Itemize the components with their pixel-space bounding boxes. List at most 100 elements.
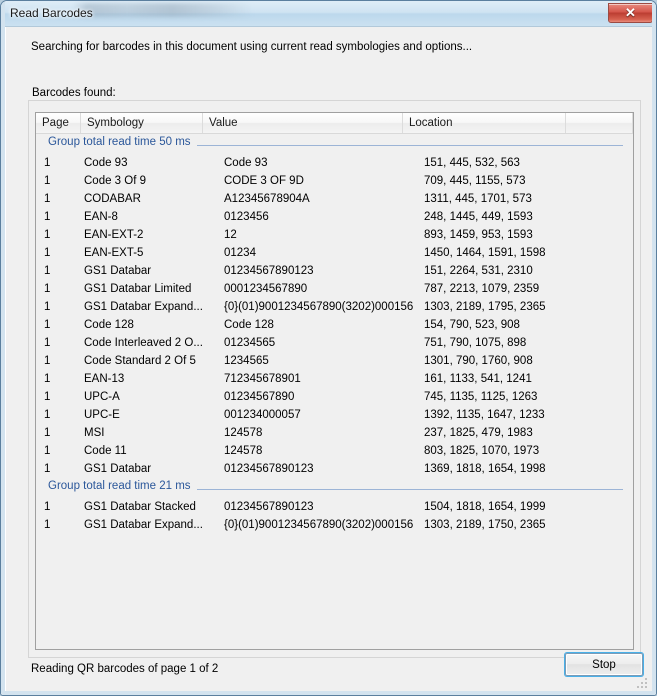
column-header-location[interactable]: Location <box>403 113 566 133</box>
column-header-blank[interactable] <box>566 113 633 133</box>
barcodes-found-label: Barcodes found: <box>28 87 120 99</box>
table-row[interactable]: 1 EAN-EXT-2 12 893, 1459, 953, 1593 <box>36 226 633 244</box>
cell-value: 0123456 <box>224 211 269 223</box>
cell-symbology: Code 3 Of 9 <box>84 175 147 187</box>
cell-page: 1 <box>44 501 51 513</box>
cell-value: A12345678904A <box>224 193 310 205</box>
column-header-value[interactable]: Value <box>203 113 403 133</box>
cell-location: 1392, 1135, 1647, 1233 <box>424 409 545 421</box>
stop-button[interactable]: Stop <box>565 653 643 676</box>
cell-page: 1 <box>44 211 51 223</box>
cell-symbology: Code Standard 2 Of 5 <box>84 355 196 367</box>
table-row[interactable]: 1 EAN-8 0123456 248, 1445, 449, 1593 <box>36 208 633 226</box>
cell-symbology: EAN-EXT-2 <box>84 229 144 241</box>
group-header: Group total read time 21 ms <box>36 478 633 498</box>
cell-symbology: Code 11 <box>84 445 127 457</box>
cell-location: 151, 2264, 531, 2310 <box>424 265 533 277</box>
cell-page: 1 <box>44 519 51 531</box>
cell-value: 124578 <box>224 427 263 439</box>
cell-location: 1303, 2189, 1795, 2365 <box>424 301 546 313</box>
cell-location: 803, 1825, 1070, 1973 <box>424 445 540 457</box>
cell-location: 1369, 1818, 1654, 1998 <box>424 463 546 475</box>
cell-page: 1 <box>44 229 51 241</box>
dialog-client-area: Searching for barcodes in this document … <box>5 27 654 693</box>
title-bar[interactable]: Read Barcodes ✕ <box>1 1 656 27</box>
cell-location: 154, 790, 523, 908 <box>424 319 520 331</box>
table-row[interactable]: 1 GS1 Databar Limited 0001234567890 787, 22… <box>36 280 633 298</box>
cell-symbology: CODABAR <box>84 193 141 205</box>
cell-location: 248, 1445, 449, 1593 <box>424 211 533 223</box>
title-bar-background-blur <box>73 3 253 17</box>
table-row[interactable]: 1 EAN-13 712345678901 161, 1133, 541, 1241 <box>36 370 633 388</box>
cell-location: 151, 445, 532, 563 <box>424 157 520 169</box>
cell-value: 712345678901 <box>224 373 301 385</box>
table-row[interactable]: 1 MSI 124578 237, 1825, 479, 1983 <box>36 424 633 442</box>
table-row[interactable]: 1 GS1 Databar Expand... {0}(01)90012345678… <box>36 298 633 316</box>
cell-page: 1 <box>44 193 51 205</box>
cell-symbology: Code 128 <box>84 319 134 331</box>
cell-symbology: GS1 Databar Expand... <box>84 301 203 313</box>
cell-location: 237, 1825, 479, 1983 <box>424 427 533 439</box>
group-header-rule <box>197 145 623 146</box>
table-row[interactable]: 1 Code Standard 2 Of 5 1234565 1301, 790, 1… <box>36 352 633 370</box>
cell-location: 709, 445, 1155, 573 <box>424 175 526 187</box>
cell-symbology: GS1 Databar Limited <box>84 283 192 295</box>
cell-value: Code 93 <box>224 157 268 169</box>
group-header: Group total read time 50 ms <box>36 134 633 154</box>
cell-page: 1 <box>44 247 51 259</box>
column-header-symbology[interactable]: Symbology <box>81 113 203 133</box>
column-header-page[interactable]: Page <box>36 113 81 133</box>
cell-page: 1 <box>44 409 51 421</box>
cell-page: 1 <box>44 283 51 295</box>
table-row[interactable]: 1 CODABAR A12345678904A 1311, 445, 1701, 57… <box>36 190 633 208</box>
group-header-rule <box>197 489 623 490</box>
cell-value: 01234567890123 <box>224 501 314 513</box>
close-icon: ✕ <box>625 5 636 20</box>
cell-page: 1 <box>44 337 51 349</box>
cell-symbology: GS1 Databar Stacked <box>84 501 196 513</box>
table-row[interactable]: 1 Code 11 124578 803, 1825, 1070, 1973 <box>36 442 633 460</box>
list-body: Group total read time 50 ms 1 Code 93 Code … <box>36 134 633 649</box>
table-row[interactable]: 1 GS1 Databar Stacked 01234567890123 1504, … <box>36 498 633 516</box>
cell-value: 001234000057 <box>224 409 301 421</box>
table-row[interactable]: 1 EAN-EXT-5 01234 1450, 1464, 1591, 1598 <box>36 244 633 262</box>
barcodes-list-view[interactable]: Page Symbology Value Location Group total r… <box>35 112 634 650</box>
cell-symbology: UPC-A <box>84 391 120 403</box>
cell-location: 1450, 1464, 1591, 1598 <box>424 247 546 259</box>
table-row[interactable]: 1 Code 3 Of 9 CODE 3 OF 9D 709, 445, 1155, … <box>36 172 633 190</box>
cell-location: 161, 1133, 541, 1241 <box>424 373 532 385</box>
cell-symbology: Code Interleaved 2 O... <box>84 337 203 349</box>
group-header-label: Group total read time 21 ms <box>48 480 191 492</box>
resize-grip-icon[interactable] <box>637 678 648 689</box>
list-header-row: Page Symbology Value Location <box>36 113 633 134</box>
cell-value: 01234567890123 <box>224 265 314 277</box>
table-row[interactable]: 1 GS1 Databar Expand... {0}(01)90012345678… <box>36 516 633 534</box>
cell-symbology: EAN-8 <box>84 211 118 223</box>
cell-value: {0}(01)9001234567890(3202)000156 <box>224 519 414 531</box>
cell-location: 1303, 2189, 1750, 2365 <box>424 519 546 531</box>
cell-page: 1 <box>44 355 51 367</box>
table-row[interactable]: 1 UPC-A 01234567890 745, 1135, 1125, 1263 <box>36 388 633 406</box>
table-row[interactable]: 1 Code 128 Code 128 154, 790, 523, 908 <box>36 316 633 334</box>
table-row[interactable]: 1 GS1 Databar 01234567890123 1369, 1818, 16… <box>36 460 633 478</box>
cell-value: {0}(01)9001234567890(3202)000156 <box>224 301 414 313</box>
cell-page: 1 <box>44 463 51 475</box>
progress-status-text: Reading QR barcodes of page 1 of 2 <box>31 663 219 675</box>
cell-symbology: MSI <box>84 427 105 439</box>
table-row[interactable]: 1 Code 93 Code 93 151, 445, 532, 563 <box>36 154 633 172</box>
cell-page: 1 <box>44 265 51 277</box>
searching-status-text: Searching for barcodes in this document … <box>31 41 473 53</box>
table-row[interactable]: 1 GS1 Databar 01234567890123 151, 2264, 531… <box>36 262 633 280</box>
table-row[interactable]: 1 UPC-E 001234000057 1392, 1135, 1647, 1233 <box>36 406 633 424</box>
cell-value: 01234567890 <box>224 391 295 403</box>
cell-page: 1 <box>44 391 51 403</box>
cell-page: 1 <box>44 319 51 331</box>
cell-page: 1 <box>44 445 51 457</box>
cell-value: 124578 <box>224 445 263 457</box>
close-button[interactable]: ✕ <box>608 3 653 23</box>
cell-value: Code 128 <box>224 319 274 331</box>
read-barcodes-dialog: Read Barcodes ✕ Searching for barcodes i… <box>0 0 657 696</box>
cell-location: 1301, 790, 1760, 908 <box>424 355 533 367</box>
table-row[interactable]: 1 Code Interleaved 2 O... 01234565 751, 790… <box>36 334 633 352</box>
cell-value: 01234 <box>224 247 256 259</box>
